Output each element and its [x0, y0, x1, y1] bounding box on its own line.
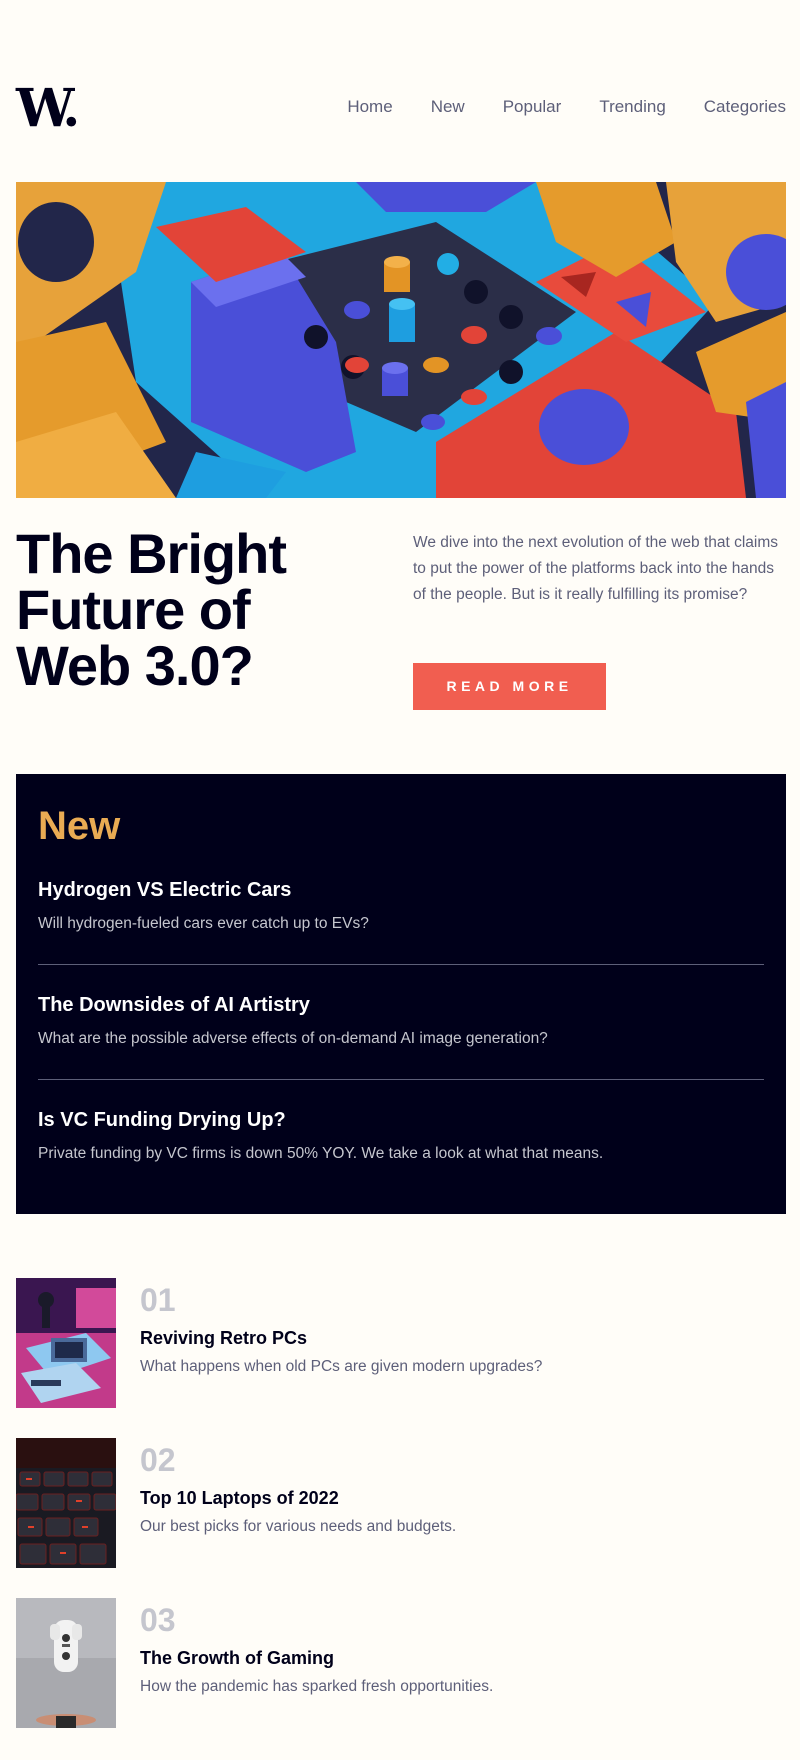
- article-item[interactable]: 01 Reviving Retro PCs What happens when …: [16, 1278, 786, 1408]
- article-title[interactable]: The Growth of Gaming: [140, 1648, 334, 1669]
- article-item[interactable]: 03 The Growth of Gaming How the pandemic…: [16, 1598, 786, 1728]
- hero-title: The Bright Future of Web 3.0?: [16, 526, 376, 694]
- nav-home[interactable]: Home: [347, 97, 392, 117]
- hero-image: [16, 182, 786, 498]
- hero-intro: We dive into the next evolution of the w…: [413, 534, 779, 603]
- hero-title-line-2: Future of: [16, 578, 251, 641]
- article-title[interactable]: Top 10 Laptops of 2022: [140, 1488, 339, 1509]
- article-list: 01 Reviving Retro PCs What happens when …: [16, 1278, 786, 1758]
- article-item[interactable]: 02 Top 10 Laptops of 2022 Our best picks…: [16, 1438, 786, 1568]
- new-item-desc: What are the possible adverse effects of…: [38, 1030, 548, 1047]
- nav-popular[interactable]: Popular: [503, 97, 562, 117]
- article-title[interactable]: Reviving Retro PCs: [140, 1328, 307, 1349]
- article-desc: Our best picks for various needs and bud…: [140, 1518, 457, 1535]
- site-logo[interactable]: W.: [16, 83, 80, 135]
- new-item-title[interactable]: Is VC Funding Drying Up?: [38, 1108, 764, 1132]
- new-item-title[interactable]: The Downsides of AI Artistry: [38, 993, 764, 1017]
- hero-title-line-1: The Bright: [16, 522, 287, 585]
- page: W. Home New Popular Trending Categories: [16, 0, 786, 1760]
- new-panel: New Hydrogen VS Electric Cars Will hydro…: [16, 774, 786, 1214]
- article-desc: How the pandemic has sparked fresh oppor…: [140, 1678, 494, 1695]
- new-item-desc: Private funding by VC firms is down 50% …: [38, 1145, 604, 1162]
- article-thumbnail-gamepad[interactable]: [16, 1598, 116, 1728]
- new-item-desc: Will hydrogen-fueled cars ever catch up …: [38, 915, 369, 932]
- nav-new[interactable]: New: [431, 97, 465, 117]
- article-thumbnail-laptop-keyboard[interactable]: [16, 1438, 116, 1568]
- read-more-button[interactable]: READ MORE: [413, 663, 606, 710]
- new-panel-title: New: [38, 804, 121, 848]
- article-thumbnail-retro-pc[interactable]: [16, 1278, 116, 1408]
- new-item[interactable]: Hydrogen VS Electric Cars Will hydrogen-…: [38, 850, 764, 965]
- article-number: 03: [140, 1602, 176, 1638]
- main-nav: Home New Popular Trending Categories: [309, 97, 786, 117]
- nav-categories[interactable]: Categories: [704, 97, 786, 117]
- article-desc: What happens when old PCs are given mode…: [140, 1358, 543, 1375]
- new-item-title[interactable]: Hydrogen VS Electric Cars: [38, 878, 764, 902]
- nav-trending[interactable]: Trending: [599, 97, 665, 117]
- hero-title-line-3: Web 3.0?: [16, 634, 254, 697]
- new-item[interactable]: Is VC Funding Drying Up? Private funding…: [38, 1080, 764, 1194]
- site-header: W. Home New Popular Trending Categories: [16, 83, 786, 135]
- article-number: 01: [140, 1282, 176, 1318]
- new-item[interactable]: The Downsides of AI Artistry What are th…: [38, 965, 764, 1080]
- article-number: 02: [140, 1442, 176, 1478]
